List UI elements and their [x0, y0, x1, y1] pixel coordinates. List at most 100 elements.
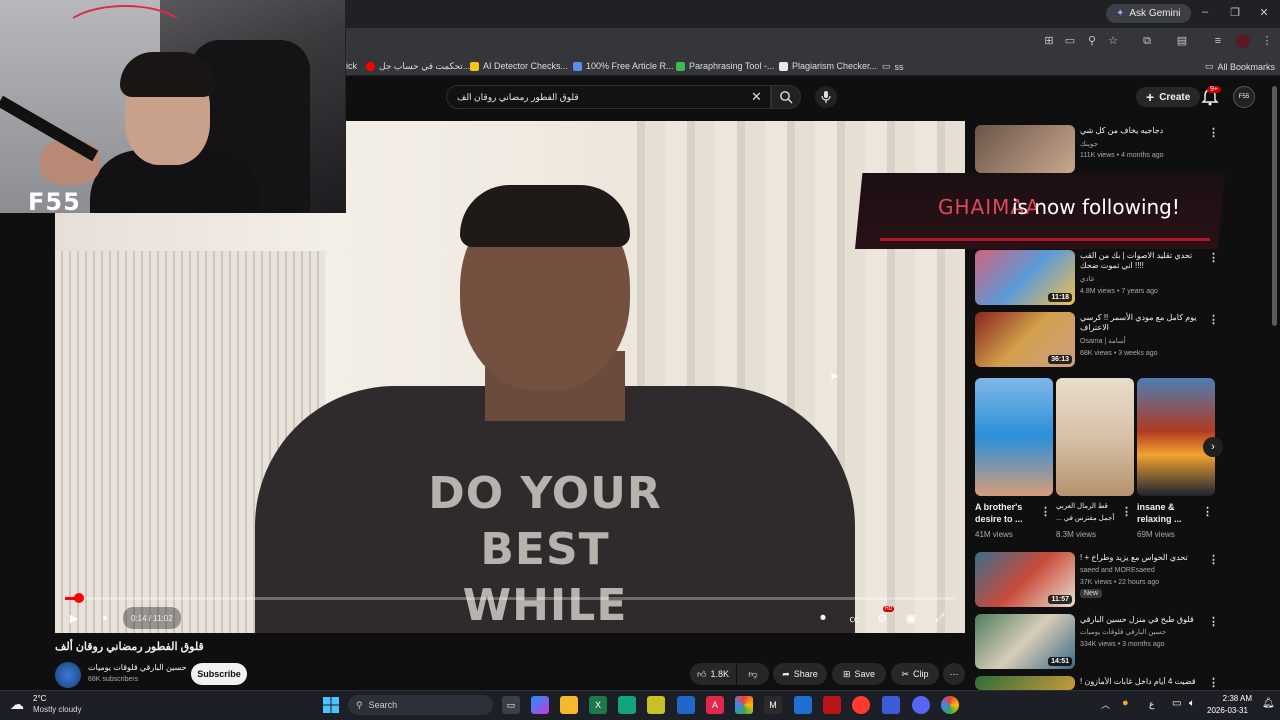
clock-date[interactable]: 2026-03-31: [1207, 706, 1248, 715]
reading-list-icon[interactable]: ≡: [1211, 34, 1225, 48]
minimize-button[interactable]: –: [1196, 6, 1214, 18]
video-thumbnail[interactable]: 14:51: [975, 614, 1075, 669]
bookmark-item[interactable]: Paraphrasing Tool -...: [676, 61, 774, 71]
short-menu-icon[interactable]: ⋮: [1040, 505, 1051, 518]
tray-app-icon[interactable]: ●: [1122, 697, 1129, 709]
video-title[interactable]: قضيت 4 أيام داخل غابات الأمازون !: [1080, 677, 1200, 689]
search-button[interactable]: [771, 85, 801, 109]
short-title[interactable]: A brother's desire to ...: [975, 501, 1037, 525]
video-menu-icon[interactable]: ⋮: [1208, 615, 1219, 628]
bookmark-item[interactable]: تحكمت في حساب جل...: [366, 61, 470, 72]
shorts-next-button[interactable]: ›: [1203, 437, 1223, 457]
discord-icon[interactable]: [912, 696, 930, 714]
short-menu-icon[interactable]: ⋮: [1121, 505, 1132, 518]
chrome-active-icon[interactable]: [941, 696, 959, 714]
video-thumbnail[interactable]: 36:13: [975, 312, 1075, 367]
miniplayer-button[interactable]: ▣: [902, 607, 920, 629]
video-thumbnail[interactable]: 11:18: [975, 250, 1075, 305]
network-icon[interactable]: ▭: [1172, 698, 1181, 709]
zoom-icon[interactable]: ⚲: [1085, 34, 1099, 48]
dislike-button[interactable]: 👎︎: [737, 663, 769, 685]
language-indicator[interactable]: ع: [1149, 699, 1154, 710]
bookmark-item[interactable]: ick: [346, 61, 357, 71]
app-icon[interactable]: [618, 696, 636, 714]
close-window-button[interactable]: ✕: [1255, 6, 1273, 19]
more-actions-button[interactable]: ⋯: [943, 663, 965, 685]
video-thumbnail[interactable]: [975, 676, 1075, 690]
app-icon[interactable]: [882, 696, 900, 714]
taskbar-search[interactable]: ⚲ Search: [348, 695, 493, 715]
short-thumbnail[interactable]: [1137, 378, 1215, 496]
save-button[interactable]: ⊞ Save: [832, 663, 886, 685]
short-thumbnail[interactable]: [1056, 378, 1134, 496]
profile-icon[interactable]: [1236, 34, 1250, 48]
search-input[interactable]: قلوق الفطور رمضاني روقان الف: [446, 85, 771, 109]
short-thumbnail[interactable]: [975, 378, 1053, 496]
tray-chevron-up-icon[interactable]: ︿: [1101, 698, 1110, 711]
video-menu-icon[interactable]: ⋮: [1208, 126, 1219, 139]
weather-temperature[interactable]: 2°C: [33, 694, 46, 703]
chrome-icon[interactable]: [735, 696, 753, 714]
copilot-icon[interactable]: [531, 696, 549, 714]
create-button[interactable]: + Create: [1136, 87, 1201, 107]
translate-icon[interactable]: ⊞: [1042, 34, 1056, 48]
cast-icon[interactable]: ▭: [1063, 34, 1077, 48]
channel-name[interactable]: حسين البارقي قلوقات يوميات: [88, 663, 187, 672]
bookmark-item[interactable]: 100% Free Article R...: [573, 61, 674, 71]
video-menu-icon[interactable]: ⋮: [1208, 251, 1219, 264]
page-scrollbar[interactable]: [1272, 86, 1277, 326]
all-bookmarks[interactable]: ▭ All Bookmarks: [1205, 61, 1275, 72]
channel-name[interactable]: حسين البارقي قلوقات يوميات: [1080, 627, 1166, 638]
channel-name[interactable]: saeed and MOREsaeed: [1080, 565, 1155, 576]
fullscreen-button[interactable]: ⤢: [931, 607, 949, 629]
bookmark-star-icon[interactable]: ☆: [1106, 34, 1120, 48]
video-thumbnail[interactable]: 11:57: [975, 552, 1075, 607]
capcut-icon[interactable]: [823, 696, 841, 714]
account-avatar[interactable]: F55: [1233, 86, 1255, 108]
weather-cloud-icon[interactable]: ☁: [10, 696, 24, 713]
video-menu-icon[interactable]: ⋮: [1208, 553, 1219, 566]
maximize-button[interactable]: ❐: [1226, 6, 1244, 19]
adobe-icon[interactable]: A: [706, 696, 724, 714]
channel-name[interactable]: عادي: [1080, 274, 1095, 285]
bookmark-item[interactable]: AI Detector Checks...: [470, 61, 568, 71]
calculator-icon[interactable]: [677, 696, 695, 714]
share-button[interactable]: ➦ Share: [773, 663, 827, 685]
notifications-icon[interactable]: 🔔︎: [1262, 698, 1275, 709]
sidepanel-icon[interactable]: ▤: [1175, 34, 1189, 48]
video-title[interactable]: تحدي تقليد الاصوات | بك من القب !!!! اني…: [1080, 251, 1200, 271]
task-view-icon[interactable]: ▭: [502, 696, 520, 714]
medium-icon[interactable]: M: [764, 696, 782, 714]
video-menu-icon[interactable]: ⋮: [1208, 676, 1219, 689]
vscode-icon[interactable]: [794, 696, 812, 714]
weather-description[interactable]: Mostly cloudy: [33, 705, 81, 714]
video-title[interactable]: تحدي الحواس مع يزيد وطراخ + !: [1080, 553, 1200, 563]
app-icon[interactable]: [852, 696, 870, 714]
ask-gemini-button[interactable]: ✦ Ask Gemini: [1106, 4, 1191, 23]
like-button[interactable]: 👍︎ 1.8K: [690, 663, 736, 685]
short-title[interactable]: قط الرمال العربي أجمل مفترس في ...: [1056, 501, 1118, 525]
subtitles-button[interactable]: ㏄: [845, 607, 863, 629]
bookmark-item[interactable]: Plagiarism Checker...: [779, 61, 877, 71]
extensions-icon[interactable]: ⧉: [1140, 34, 1154, 48]
windows-start-icon[interactable]: [322, 696, 340, 714]
autoplay-toggle[interactable]: ⏺: [815, 607, 831, 629]
video-title[interactable]: قلوق طبخ في منزل حسين البارقي: [1080, 615, 1200, 625]
clear-search-icon[interactable]: ✕: [751, 89, 762, 105]
video-title[interactable]: دجاجيه يخاف من كل شي: [1080, 126, 1200, 136]
channel-name[interactable]: Osama | أسامة: [1080, 336, 1126, 347]
menu-kebab-icon[interactable]: ⋮: [1260, 34, 1274, 48]
volume-icon[interactable]: 🔈︎: [1189, 698, 1195, 709]
video-menu-icon[interactable]: ⋮: [1208, 313, 1219, 326]
subscribe-button[interactable]: Subscribe: [191, 663, 247, 685]
play-button[interactable]: ▶: [63, 607, 85, 629]
short-menu-icon[interactable]: ⋮: [1202, 505, 1213, 518]
channel-name[interactable]: جوينك: [1080, 139, 1098, 150]
video-title[interactable]: يوم كامل مع مودي الأسمر !! كرسي الاعتراف: [1080, 313, 1200, 333]
video-scrubber-handle[interactable]: [74, 593, 84, 603]
short-title[interactable]: insane & relaxing ...: [1137, 501, 1199, 525]
channel-avatar[interactable]: [55, 662, 81, 688]
excel-icon[interactable]: X: [589, 696, 607, 714]
file-explorer-icon[interactable]: [560, 696, 578, 714]
video-progress-bar[interactable]: [65, 597, 955, 600]
